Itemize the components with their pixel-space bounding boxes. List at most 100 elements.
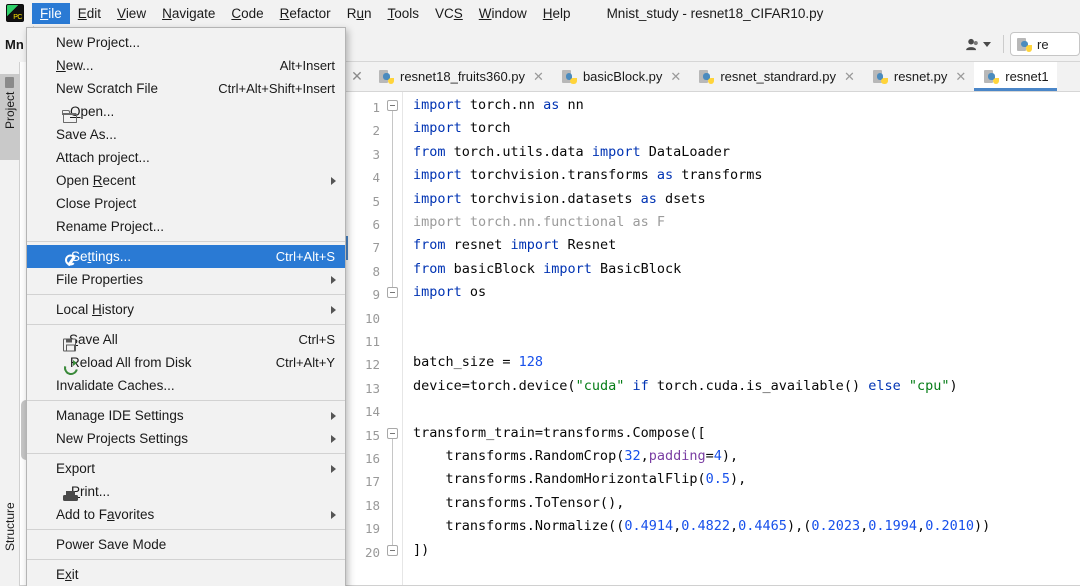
menu-item-open-recent[interactable]: Open Recent — [27, 169, 345, 192]
menu-item-close-project[interactable]: Close Project — [27, 192, 345, 215]
menu-item-reload-all-from-disk[interactable]: Reload All from Disk Ctrl+Alt+Y — [27, 351, 345, 374]
menu-help[interactable]: Help — [535, 3, 579, 24]
python-file-icon — [379, 69, 394, 84]
user-account-icon — [966, 38, 978, 50]
submenu-arrow-icon — [331, 176, 336, 185]
code-line: import torchvision.datasets as dsets — [413, 190, 706, 207]
menu-item-exit[interactable]: Exit — [27, 563, 345, 586]
menu-view[interactable]: View — [109, 3, 154, 24]
code-fold-toggle[interactable] — [387, 287, 398, 299]
menu-item-file-properties[interactable]: File Properties — [27, 268, 345, 291]
menu-item-label: Local History — [56, 302, 135, 317]
editor-tab-bar: ✕ resnet18_fruits360.py ✕ basicBlock.py ✕ re… — [345, 62, 1080, 92]
menu-refactor[interactable]: Refactor — [272, 3, 339, 24]
code-line: import torchvision.transforms as transfo… — [413, 167, 763, 184]
menu-separator — [27, 453, 345, 454]
menu-item-label: Manage IDE Settings — [56, 408, 184, 423]
menu-tools[interactable]: Tools — [379, 3, 427, 24]
close-icon[interactable]: ✕ — [345, 62, 369, 91]
submenu-arrow-icon — [331, 510, 336, 519]
menu-item-label: Reload All from Disk — [70, 355, 192, 370]
code-line: transforms.Normalize((0.4914,0.4822,0.44… — [413, 518, 991, 535]
code-line: transform_train=transforms.Compose([ — [413, 424, 706, 441]
close-icon[interactable]: ✕ — [955, 69, 966, 85]
menu-separator — [27, 559, 345, 560]
print-icon — [63, 491, 78, 503]
menu-vcs[interactable]: VCS — [427, 3, 471, 24]
menu-item-save-all[interactable]: Save All Ctrl+S — [27, 328, 345, 351]
menu-separator — [27, 294, 345, 295]
editor-tab-resnet18-fruits360-py[interactable]: resnet18_fruits360.py ✕ — [369, 62, 552, 91]
code-editor[interactable]: 1 2 3 4 5 6 7 8 9 10 11 12 13 14 15 16 17 18 19 20 import t… — [345, 92, 1080, 586]
code-line: transforms.ToTensor(), — [413, 494, 625, 511]
submenu-arrow-icon — [331, 464, 336, 473]
code-line: import torch.nn.functional as F — [413, 214, 665, 230]
menu-item-label: Print... — [71, 484, 111, 499]
menu-separator — [27, 529, 345, 530]
menu-item-open[interactable]: Open... — [27, 100, 345, 123]
line-number: 2 — [372, 123, 380, 139]
menu-item-rename-project[interactable]: Rename Project... — [27, 215, 345, 238]
menu-separator — [27, 400, 345, 401]
editor-area: ✕ resnet18_fruits360.py ✕ basicBlock.py ✕ re… — [345, 62, 1080, 586]
code-fold-toggle[interactable] — [387, 427, 398, 439]
menu-item-new[interactable]: New... Alt+Insert — [27, 54, 345, 77]
menu-item-new-scratch-file[interactable]: New Scratch File Ctrl+Alt+Shift+Insert — [27, 77, 345, 100]
menu-item-attach-project[interactable]: Attach project... — [27, 146, 345, 169]
menu-item-label: Open Recent — [56, 173, 136, 188]
menu-item-shortcut: Ctrl+Alt+Shift+Insert — [218, 81, 335, 96]
code-content: import torch.nn as nn import torch from to… — [403, 92, 1080, 586]
menu-item-new-projects-settings[interactable]: New Projects Settings — [27, 427, 345, 450]
menu-item-label: Settings... — [71, 249, 132, 264]
menu-item-shortcut: Alt+Insert — [279, 58, 335, 73]
menu-code[interactable]: Code — [223, 3, 271, 24]
editor-tab-resnet-py[interactable]: resnet.py ✕ — [862, 62, 975, 91]
submenu-arrow-icon — [331, 305, 336, 314]
sidebar-item-structure[interactable]: Structure — [0, 498, 20, 576]
menu-item-label: Attach project... — [56, 150, 150, 165]
code-fold-toggle[interactable] — [387, 100, 398, 111]
menu-item-local-history[interactable]: Local History — [27, 298, 345, 321]
line-number: 10 — [364, 310, 380, 326]
line-number: 4 — [372, 170, 380, 186]
menu-item-label: Add to Favorites — [56, 507, 155, 522]
menu-item-shortcut: Ctrl+Alt+S — [275, 249, 335, 264]
code-line: from torch.utils.data import DataLoader — [413, 143, 731, 160]
menu-navigate[interactable]: Navigate — [154, 3, 223, 24]
submenu-arrow-icon — [331, 411, 336, 420]
menu-item-power-save-mode[interactable]: Power Save Mode — [27, 533, 345, 556]
menu-item-add-to-favorites[interactable]: Add to Favorites — [27, 503, 345, 526]
editor-tab-resnet-standrard-py[interactable]: resnet_standrard.py ✕ — [689, 62, 863, 91]
menu-item-save-as[interactable]: Save As... — [27, 123, 345, 146]
menu-item-settings[interactable]: Settings... Ctrl+Alt+S — [27, 245, 345, 268]
editor-tab-resnet1[interactable]: resnet1 — [974, 62, 1058, 91]
menu-item-export[interactable]: Export — [27, 457, 345, 480]
menu-item-print[interactable]: Print... — [27, 480, 345, 503]
run-configuration-selector[interactable]: re — [1010, 32, 1080, 56]
editor-tab-label: basicBlock.py — [582, 69, 663, 84]
menu-item-invalidate-caches[interactable]: Invalidate Caches... — [27, 374, 345, 397]
editor-gutter[interactable]: 1 2 3 4 5 6 7 8 9 10 11 12 13 14 15 16 17 18 19 20 — [345, 92, 403, 586]
user-account-button[interactable] — [959, 33, 997, 56]
menu-item-new-project[interactable]: New Project... — [27, 31, 345, 54]
menu-item-label: Save As... — [56, 127, 117, 142]
close-icon[interactable]: ✕ — [670, 69, 681, 85]
menu-item-manage-ide-settings[interactable]: Manage IDE Settings — [27, 404, 345, 427]
left-tool-strip: Project Structure — [0, 62, 20, 586]
sidebar-item-project[interactable]: Project — [0, 74, 20, 160]
close-icon[interactable]: ✕ — [533, 69, 544, 85]
menu-edit[interactable]: Edit — [70, 3, 109, 24]
line-number: 16 — [364, 451, 380, 466]
editor-tab-label: resnet_standrard.py — [720, 69, 836, 84]
menu-item-label: Save All — [69, 332, 118, 347]
menu-file[interactable]: File — [32, 2, 70, 24]
menu-window[interactable]: Window — [471, 3, 535, 24]
folder-icon — [62, 110, 77, 123]
python-file-icon — [1017, 37, 1032, 52]
code-line: transforms.RandomHorizontalFlip(0.5), — [413, 471, 747, 488]
code-fold-toggle[interactable] — [387, 544, 398, 556]
close-icon[interactable]: ✕ — [844, 69, 855, 85]
line-number: 13 — [364, 380, 380, 396]
menu-run[interactable]: Run — [339, 3, 380, 24]
editor-tab-basicblock-py[interactable]: basicBlock.py ✕ — [551, 62, 690, 91]
